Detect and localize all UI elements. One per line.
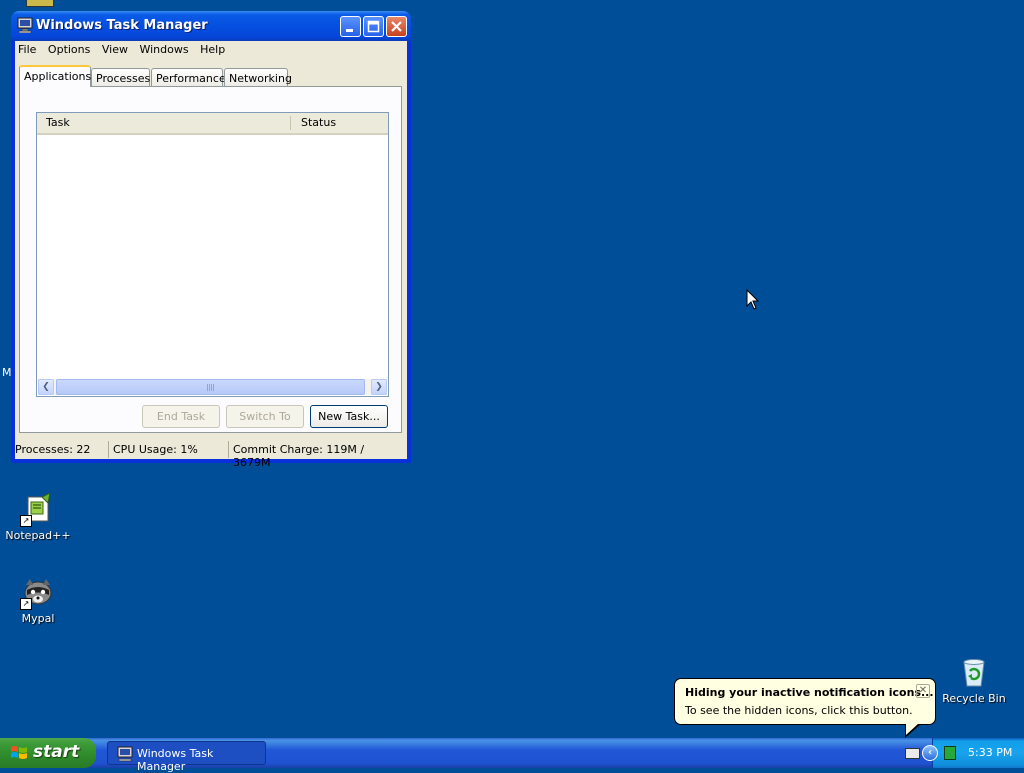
taskbar: start Windows Task Manager 5:33 PM [0, 738, 1024, 773]
thumb-grip-icon [207, 384, 215, 391]
window-title: Windows Task Manager [36, 18, 208, 33]
minimize-icon [346, 29, 353, 32]
taskbar-button-task-manager[interactable]: Windows Task Manager [107, 741, 266, 773]
show-hidden-icons-button[interactable]: ‹ [922, 745, 938, 761]
status-commit-charge: Commit Charge: 119M / 3679M [233, 443, 365, 469]
balloon-close-button[interactable]: ✕ [916, 684, 930, 698]
tab-applications[interactable]: Applications [19, 65, 91, 87]
column-divider[interactable] [290, 116, 291, 130]
close-icon [391, 21, 402, 32]
maximize-icon [367, 20, 380, 33]
balloon-tail-fill [906, 723, 919, 735]
tab-networking[interactable]: Networking [224, 68, 292, 86]
scroll-right-button[interactable]: ❯ [371, 379, 387, 395]
column-header-status[interactable]: Status [301, 116, 336, 129]
new-task-button[interactable]: New Task... [310, 405, 388, 428]
menu-bar: File Options View Windows Help [15, 41, 407, 60]
clock[interactable]: 5:33 PM [968, 746, 1012, 759]
keyboard-icon[interactable] [905, 748, 920, 759]
notepadpp-icon: ↗ [20, 492, 54, 527]
desktop-icon-notepadpp[interactable]: ↗ Notepad++ [0, 492, 76, 542]
task-list[interactable]: Task Status ❮ ❯ [36, 112, 389, 397]
desktop-icon-label: Mypal [21, 612, 55, 625]
task-manager-app-icon [17, 17, 33, 34]
shortcut-arrow-icon: ↗ [20, 598, 32, 610]
menu-view[interactable]: View [99, 41, 133, 56]
title-bar[interactable]: Windows Task Manager [11, 11, 411, 41]
desktop-icon-mypal[interactable]: ↗ Mypal [0, 576, 76, 625]
mouse-cursor-icon [746, 289, 760, 310]
scroll-thumb[interactable] [56, 379, 365, 395]
windows-flag-icon [11, 746, 27, 759]
status-cpu-usage: CPU Usage: 1% [113, 441, 229, 458]
recycle-bin-icon [958, 656, 990, 688]
column-header-task[interactable]: Task [46, 116, 70, 129]
window-body: File Options View Windows Help Applicati… [15, 41, 407, 469]
task-manager-cpu-meter-icon[interactable] [944, 746, 956, 760]
balloon-text: To see the hidden icons, click this butt… [685, 704, 913, 717]
list-header: Task Status [37, 113, 388, 135]
desktop-icon-label: Recycle Bin [942, 692, 1006, 705]
close-button[interactable] [386, 16, 407, 37]
desktop-icon-label: Notepad++ [5, 529, 71, 542]
menu-windows[interactable]: Windows [136, 41, 193, 56]
status-processes: Processes: 22 [15, 441, 109, 458]
switch-to-button[interactable]: Switch To [226, 405, 304, 428]
mypal-raccoon-icon: ↗ [20, 576, 54, 610]
tab-performance[interactable]: Performance [151, 68, 226, 86]
menu-help[interactable]: Help [197, 41, 230, 56]
tab-processes[interactable]: Processes [91, 68, 150, 86]
task-manager-window: Windows Task Manager File Options View W… [11, 11, 411, 469]
menu-options[interactable]: Options [45, 41, 95, 56]
end-task-button[interactable]: End Task [142, 405, 220, 428]
notification-balloon[interactable]: Hiding your inactive notification icons.… [674, 678, 936, 725]
taskbar-button-label: Windows Task Manager [137, 747, 214, 773]
start-button[interactable]: start [0, 738, 96, 768]
maximize-button[interactable] [363, 16, 384, 37]
partial-desktop-icon[interactable] [26, 0, 54, 7]
menu-file[interactable]: File [15, 41, 41, 56]
shortcut-arrow-icon: ↗ [20, 515, 32, 527]
minimize-button[interactable] [340, 16, 361, 37]
scroll-left-button[interactable]: ❮ [38, 379, 54, 395]
horizontal-scrollbar[interactable]: ❮ ❯ [38, 379, 387, 395]
task-manager-app-icon [117, 746, 133, 762]
start-label: start [33, 742, 80, 762]
status-bar: Processes: 22 CPU Usage: 1% Commit Charg… [15, 439, 407, 469]
desktop-icon-recycle-bin[interactable]: Recycle Bin [936, 656, 1012, 705]
balloon-title: Hiding your inactive notification icons.… [685, 686, 934, 699]
